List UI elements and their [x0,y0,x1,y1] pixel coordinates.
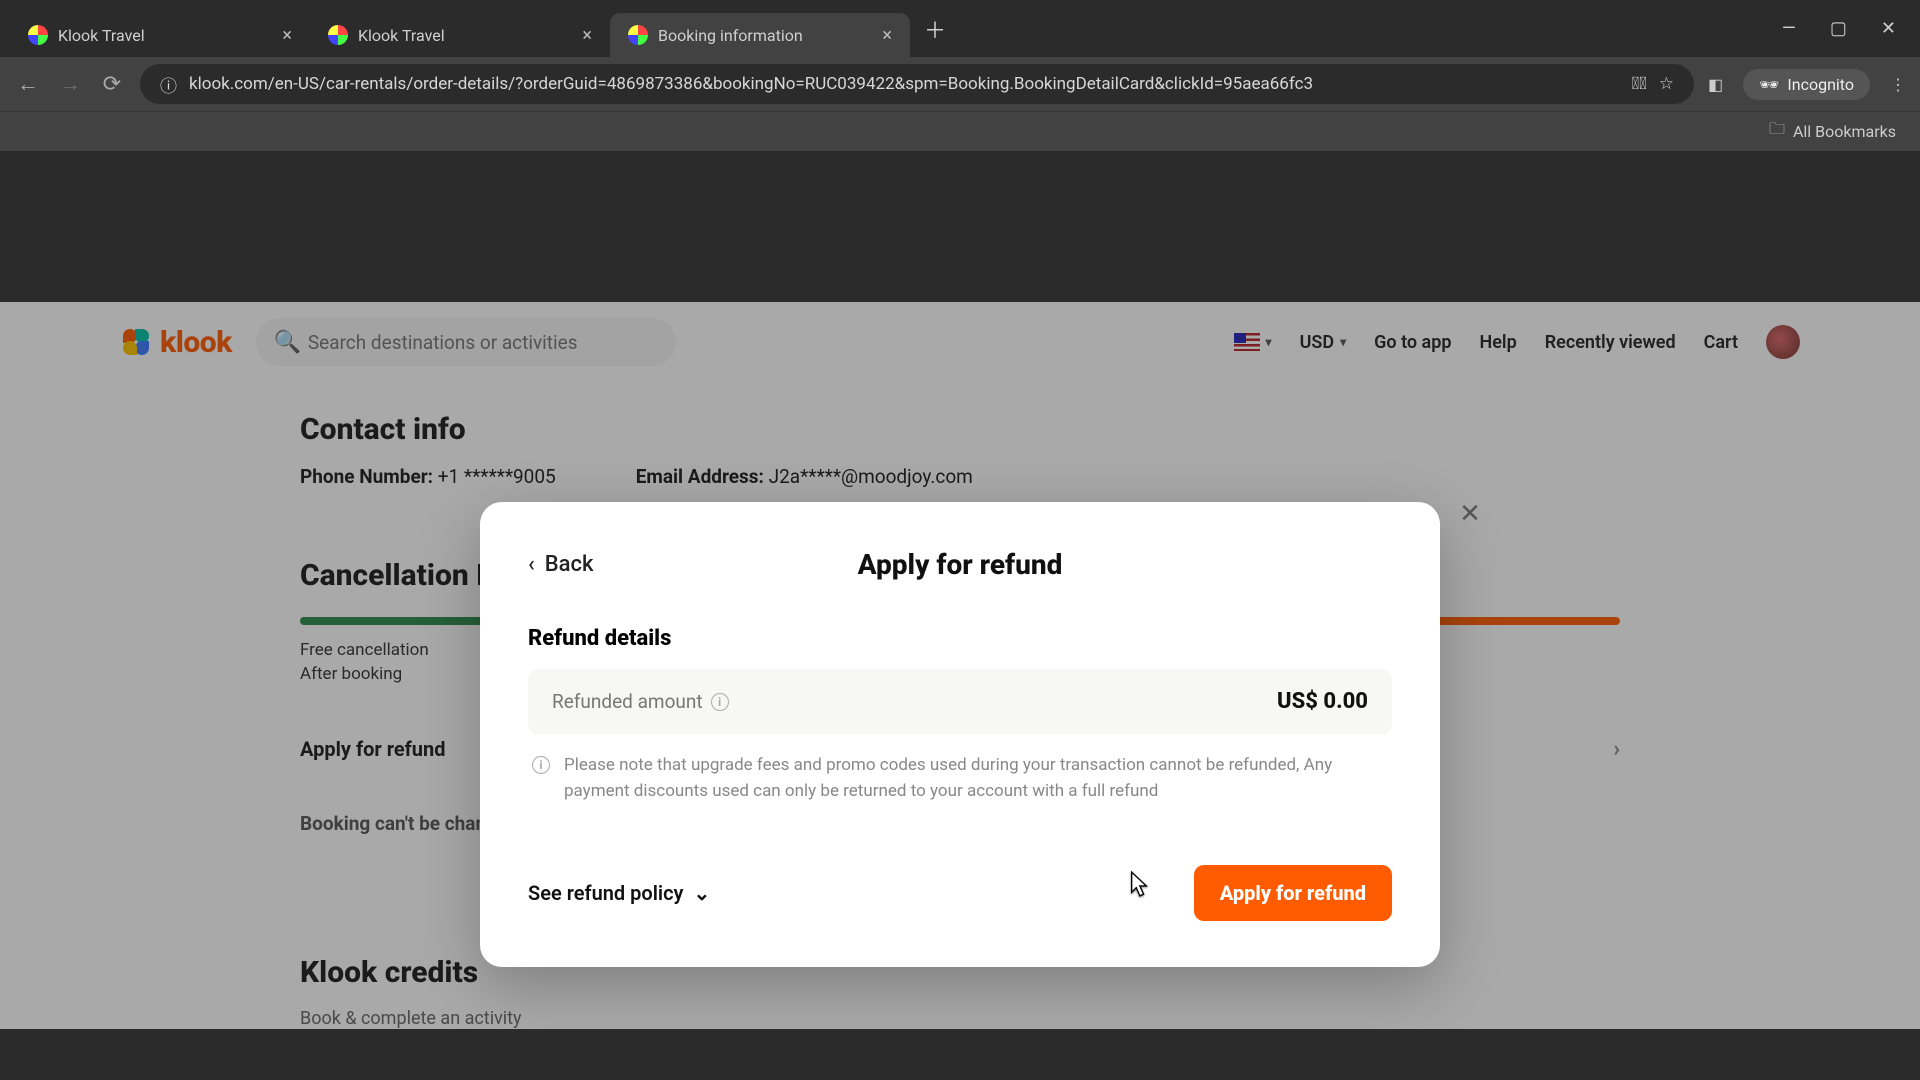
info-icon[interactable]: i [711,693,729,711]
back-icon[interactable]: ← [14,71,42,97]
close-icon[interactable]: × [582,25,592,46]
browser-toolbar: ← → ⟳ ⓘ klook.com/en-US/car-rentals/orde… [0,57,1920,111]
refund-amount-box: Refunded amount i US$ 0.00 [528,669,1392,734]
close-icon[interactable]: × [882,25,892,46]
site-info-icon[interactable]: ⓘ [160,72,177,97]
chevron-left-icon: ‹ [528,552,535,577]
address-bar[interactable]: ⓘ klook.com/en-US/car-rentals/order-deta… [140,64,1694,104]
new-tab-button[interactable]: ＋ [910,13,960,45]
url-text: klook.com/en-US/car-rentals/order-detail… [189,74,1620,94]
refund-note: i Please note that upgrade fees and prom… [528,752,1392,805]
browser-menu-icon[interactable]: ⋮ [1890,75,1906,94]
browser-tab[interactable]: Klook Travel × [10,13,310,57]
window-controls: — ▢ ✕ [1782,18,1910,39]
tab-title: Klook Travel [358,26,445,45]
bookmark-star-icon[interactable]: ☆ [1659,74,1674,94]
favicon-icon [28,25,48,45]
chevron-down-icon: ⌄ [693,881,710,905]
close-window-icon[interactable]: ✕ [1881,18,1896,39]
modal-back-button[interactable]: ‹ Back [528,552,593,577]
forward-icon[interactable]: → [56,71,84,97]
browser-tab-active[interactable]: Booking information × [610,13,910,57]
refund-note-text: Please note that upgrade fees and promo … [564,752,1388,805]
modal-close-button[interactable]: ✕ [1448,492,1492,536]
incognito-label: Incognito [1787,75,1854,94]
refund-modal: ✕ ‹ Back Apply for refund Refund details… [480,502,1440,967]
back-label: Back [545,552,594,577]
bookmarks-bar: 🗀 All Bookmarks [0,111,1920,151]
refund-amount-value: US$ 0.00 [1277,689,1368,714]
tab-title: Klook Travel [58,26,145,45]
info-icon: i [532,756,550,774]
all-bookmarks-link[interactable]: All Bookmarks [1793,122,1896,141]
incognito-icon: 🕶 [1759,75,1779,94]
see-refund-policy-link[interactable]: See refund policy ⌄ [528,881,710,905]
modal-title: Apply for refund [858,548,1063,581]
policy-link-label: See refund policy [528,881,683,905]
refund-details-heading: Refund details [528,626,1392,651]
folder-icon: 🗀 [1769,118,1785,145]
tab-title: Booking information [658,26,803,45]
browser-tab[interactable]: Klook Travel × [310,13,610,57]
side-panel-icon[interactable]: ◧ [1708,75,1723,94]
apply-for-refund-button[interactable]: Apply for refund [1194,865,1392,921]
favicon-icon [328,25,348,45]
refund-amount-label: Refunded amount [552,690,703,713]
reload-icon[interactable]: ⟳ [98,72,126,97]
minimize-icon[interactable]: — [1782,18,1796,39]
hide-tracking-icon[interactable]: 👁̸ [1632,74,1647,94]
close-icon[interactable]: × [282,25,292,46]
favicon-icon [628,25,648,45]
page-viewport: klook 🔍 ▾ USD ▾ Go to app Help Recently … [0,302,1920,1029]
browser-tab-strip: Klook Travel × Klook Travel × Booking in… [0,0,1920,57]
maximize-icon[interactable]: ▢ [1830,18,1847,39]
incognito-badge[interactable]: 🕶 Incognito [1743,69,1870,100]
